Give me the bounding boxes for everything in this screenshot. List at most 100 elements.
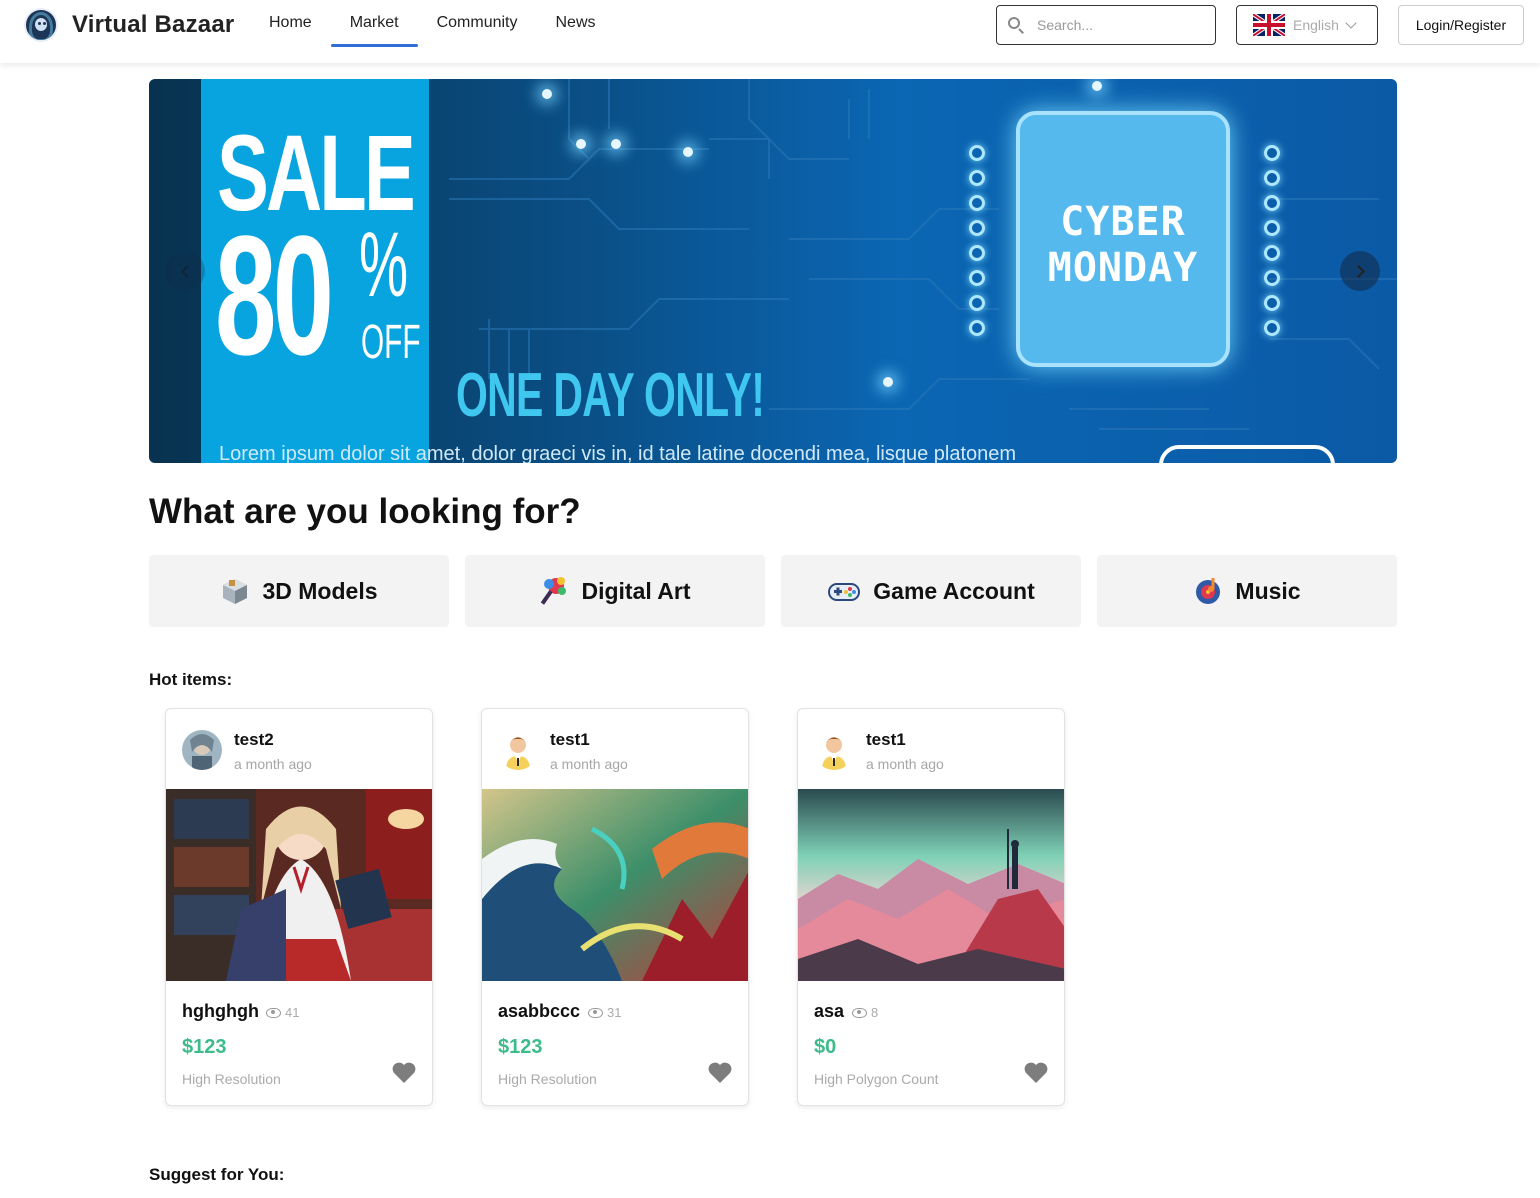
search-icon: [1007, 16, 1025, 34]
chip-pin-icon: [1264, 170, 1280, 186]
seller-name[interactable]: test2: [234, 730, 274, 750]
gamepad-icon: [828, 583, 861, 601]
avatar: [498, 730, 538, 770]
product-tag: High Resolution: [498, 1071, 597, 1087]
palette-icon: [541, 577, 567, 605]
language-label: English: [1293, 17, 1339, 33]
search-box: [996, 5, 1216, 45]
light-dot-icon: [883, 377, 893, 387]
chip-pin-icon: [1264, 270, 1280, 286]
favorite-heart-icon[interactable]: [391, 1061, 417, 1085]
search-input[interactable]: [1037, 17, 1197, 33]
product-tag: High Resolution: [182, 1071, 281, 1087]
carousel-next-button[interactable]: [1340, 251, 1380, 291]
sale-off: OFF: [361, 316, 421, 369]
chip-pin-icon: [1264, 220, 1280, 236]
chip-pin-icon: [969, 145, 985, 161]
chip-line-1: CYBER: [1060, 199, 1186, 245]
chip-pin-icon: [1264, 145, 1280, 161]
nav-community-label: Community: [436, 14, 518, 31]
brand-name: Virtual Bazaar: [72, 11, 235, 38]
view-count: 8: [852, 1005, 878, 1020]
product-card[interactable]: test2 a month ago hghghgh 41 $123 High R…: [165, 708, 433, 1106]
category-label: Music: [1235, 577, 1301, 604]
chip-pin-icon: [969, 270, 985, 286]
nav-community[interactable]: Community: [418, 0, 537, 47]
chevron-left-icon: [180, 264, 194, 278]
hot-items-list: test2 a month ago hghghgh 41 $123 High R…: [165, 708, 1065, 1106]
category-music[interactable]: Music: [1097, 555, 1397, 627]
eye-icon: [588, 1007, 603, 1018]
chip-pin-icon: [1264, 320, 1280, 336]
post-time: a month ago: [550, 756, 628, 772]
nav-home[interactable]: Home: [250, 0, 331, 47]
main-nav: Home Market Community News: [250, 0, 615, 63]
hot-items-title: Hot items:: [149, 670, 233, 689]
cube-icon: [223, 579, 248, 604]
login-register-button[interactable]: Login/Register: [1398, 5, 1524, 45]
banner-caption: Lorem ipsum dolor sit amet, dolor graeci…: [219, 443, 1017, 463]
language-selector[interactable]: English: [1236, 5, 1378, 45]
avatar: [814, 730, 854, 770]
chip-pin-icon: [969, 320, 985, 336]
view-count: 31: [588, 1005, 621, 1020]
light-dot-icon: [1092, 81, 1102, 91]
product-image[interactable]: [482, 789, 749, 981]
product-card[interactable]: test1 a month ago asa 8 $0 High Polygon …: [797, 708, 1065, 1106]
brand-logo-icon: [24, 8, 58, 42]
chip-pin-icon: [969, 220, 985, 236]
category-digital-art[interactable]: Digital Art: [465, 555, 765, 627]
view-count-value: 41: [285, 1005, 300, 1020]
seller-name[interactable]: test1: [550, 730, 590, 750]
chip-pin-icon: [969, 170, 985, 186]
category-label: 3D Models: [262, 577, 378, 604]
avatar: [182, 730, 222, 770]
buy-now-button[interactable]: [1159, 445, 1335, 463]
favorite-heart-icon[interactable]: [1023, 1061, 1049, 1085]
post-time: a month ago: [234, 756, 312, 772]
uk-flag-icon: [1253, 14, 1285, 36]
view-count: 41: [266, 1005, 299, 1020]
chevron-down-icon: [1345, 17, 1357, 29]
product-image[interactable]: [166, 789, 433, 981]
category-list: 3D Models Digital Art Game Account Music: [149, 555, 1397, 627]
category-game-account[interactable]: Game Account: [781, 555, 1081, 627]
nav-market-label: Market: [349, 14, 399, 31]
chip-pin-icon: [969, 195, 985, 211]
category-3d-models[interactable]: 3D Models: [149, 555, 449, 627]
product-name[interactable]: asa: [814, 1001, 844, 1022]
chip-pin-icon: [1264, 295, 1280, 311]
nav-home-label: Home: [269, 14, 312, 31]
light-dot-icon: [542, 89, 552, 99]
chip-pin-icon: [1264, 195, 1280, 211]
nav-market[interactable]: Market: [330, 0, 418, 47]
light-dot-icon: [683, 147, 693, 157]
seller-name[interactable]: test1: [866, 730, 906, 750]
suggest-title: Suggest for You:: [149, 1165, 285, 1184]
view-count-value: 31: [607, 1005, 622, 1020]
brand[interactable]: Virtual Bazaar: [24, 8, 234, 42]
product-name[interactable]: asabbccc: [498, 1001, 580, 1022]
product-price: $123: [182, 1036, 227, 1058]
category-label: Digital Art: [581, 577, 691, 604]
view-count-value: 8: [871, 1005, 879, 1020]
one-day-only-text: ONE DAY ONLY!: [456, 361, 765, 430]
sale-percent: %: [359, 214, 409, 316]
music-icon: [1196, 578, 1221, 604]
active-tab-indicator: [330, 44, 418, 47]
product-image[interactable]: [798, 789, 1065, 981]
chip-pin-icon: [1264, 245, 1280, 261]
product-price: $0: [814, 1036, 837, 1058]
sale-number: 80: [215, 201, 334, 391]
light-dot-icon: [576, 139, 586, 149]
chevron-right-icon: [1351, 264, 1365, 278]
favorite-heart-icon[interactable]: [707, 1061, 733, 1085]
promo-banner[interactable]: SALE 80 % OFF ONE DAY ONLY! Lorem ipsum …: [149, 79, 1397, 463]
top-navbar: Virtual Bazaar Home Market Community New…: [0, 0, 1540, 63]
product-card[interactable]: test1 a month ago asabbccc 31 $123 High …: [481, 708, 749, 1106]
nav-news[interactable]: News: [537, 0, 615, 47]
product-name[interactable]: hghghgh: [182, 1001, 259, 1022]
category-label: Game Account: [873, 577, 1035, 604]
carousel-prev-button[interactable]: [165, 251, 205, 291]
post-time: a month ago: [866, 756, 944, 772]
